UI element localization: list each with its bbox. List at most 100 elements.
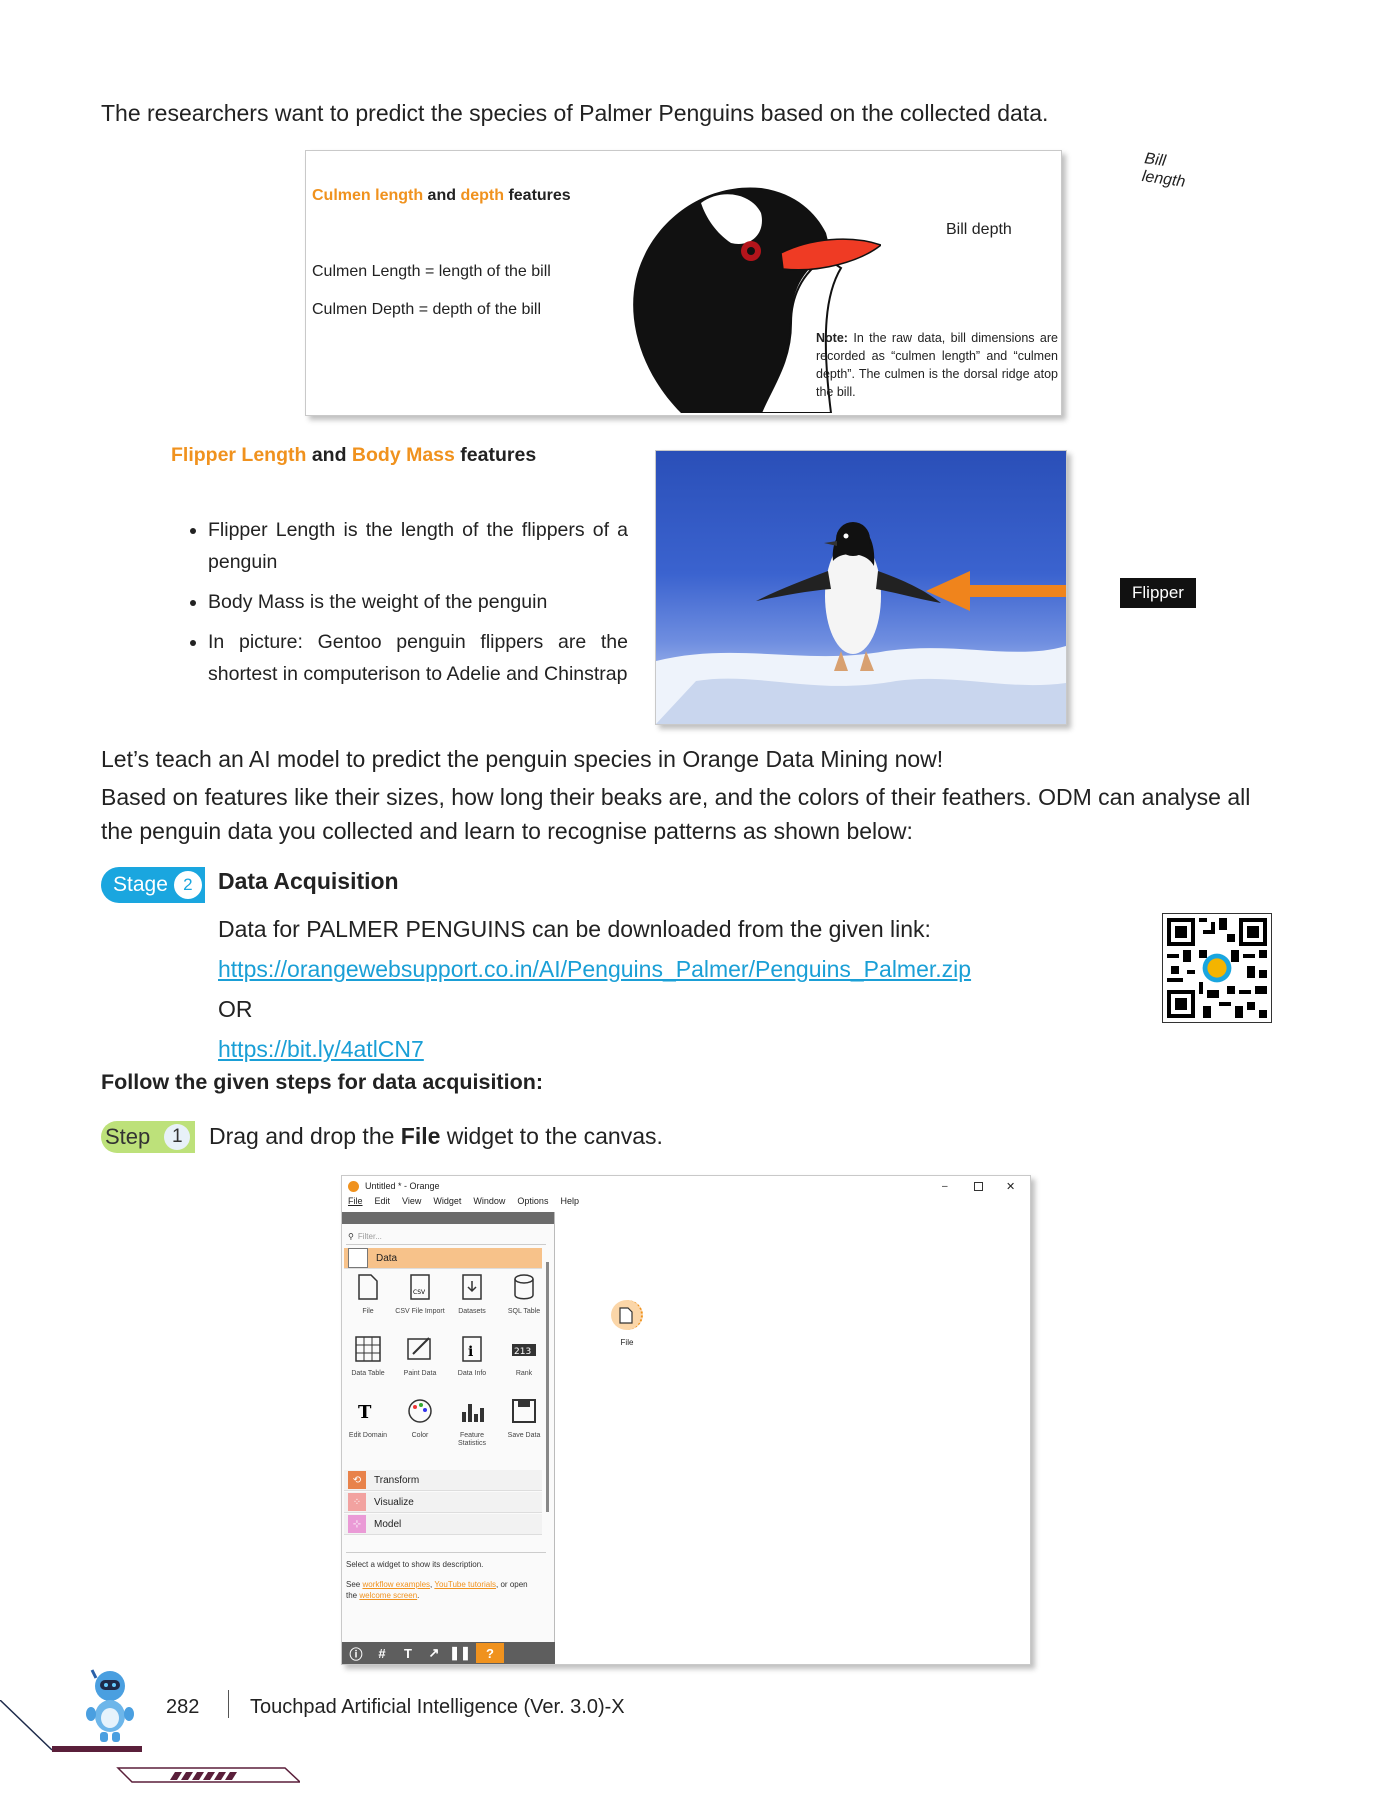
menu-widget[interactable]: Widget	[433, 1196, 461, 1212]
follow-steps-heading: Follow the given steps for data acquisit…	[101, 1070, 543, 1094]
widget-save-data[interactable]: Save Data	[498, 1398, 550, 1440]
maximize-icon[interactable]	[974, 1181, 983, 1191]
category-visualize[interactable]: ⁘ Visualize	[344, 1492, 542, 1513]
flipper-label: Flipper	[1120, 578, 1196, 608]
page-number: 282	[166, 1696, 200, 1718]
flipper-section-title: Flipper Length and Body Mass features	[171, 444, 537, 466]
bottom-toolbar: ⓘ # T ↗ ❚❚ ?	[342, 1642, 558, 1664]
rank-icon: 213	[512, 1344, 536, 1357]
intro-text: The researchers want to predict the spec…	[101, 100, 1049, 126]
culmen-length-def: Culmen Length = length of the bill	[312, 263, 551, 280]
text-annotation-icon[interactable]: T	[398, 1643, 418, 1663]
flipper-bullet-list: Flipper Length is the length of the flip…	[172, 514, 628, 698]
workflow-examples-link[interactable]: workflow examples	[362, 1580, 430, 1589]
flipper-bullet: Body Mass is the weight of the penguin	[208, 586, 628, 618]
widget-paint-data[interactable]: Paint Data	[394, 1336, 446, 1378]
help-icon[interactable]: ?	[476, 1643, 504, 1663]
flipper-arrow-icon	[926, 571, 1066, 611]
category-transform[interactable]: ⟲ Transform	[344, 1470, 542, 1491]
widget-feature-statistics[interactable]: Feature Statistics	[446, 1398, 498, 1448]
widget-datasets[interactable]: Datasets	[446, 1274, 498, 1316]
menu-bar: File Edit View Widget Window Options Hel…	[348, 1196, 579, 1212]
filter-box[interactable]: ⚲ Filter...	[346, 1228, 546, 1245]
table-icon	[348, 1248, 368, 1268]
window-title-bar: Untitled * - Orange – ✕	[342, 1176, 1030, 1196]
stage-title: Data Acquisition	[218, 868, 399, 894]
text-edit-icon: T	[358, 1402, 372, 1423]
teach-text: Let’s teach an AI model to predict the p…	[101, 746, 944, 772]
based-on-text: Based on features like their sizes, how …	[101, 784, 1251, 844]
step-number: 1	[164, 1124, 191, 1150]
culmen-note: Note: In the raw data, bill dimensions a…	[816, 331, 1058, 399]
category-model[interactable]: ⊹ Model	[344, 1514, 542, 1535]
transform-icon: ⟲	[348, 1471, 366, 1489]
svg-text:213: 213	[514, 1347, 531, 1357]
footer-divider	[228, 1690, 229, 1718]
arrow-annotation-icon[interactable]: ↗	[424, 1643, 444, 1663]
svg-text:T: T	[358, 1402, 372, 1423]
or-text: OR	[218, 996, 253, 1022]
welcome-screen-link[interactable]: welcome screen	[359, 1591, 417, 1600]
grid-icon[interactable]: #	[372, 1643, 392, 1663]
stage-number: 2	[173, 871, 202, 899]
bar-chart-icon	[462, 1404, 484, 1422]
widget-description: Select a widget to show its description.…	[346, 1552, 546, 1601]
step-text: Drag and drop the File widget to the can…	[209, 1123, 663, 1149]
orange-logo-icon	[348, 1180, 359, 1192]
save-icon	[512, 1399, 536, 1423]
model-icon: ⊹	[348, 1515, 366, 1533]
svg-text:CSV: CSV	[413, 1289, 426, 1296]
minimize-icon[interactable]: –	[942, 1181, 948, 1192]
download-link-short[interactable]: https://bit.ly/4atlCN7	[218, 1032, 424, 1066]
orange-window: Untitled * - Orange – ✕ File Edit View W…	[341, 1175, 1031, 1665]
canvas-file-icon	[611, 1300, 643, 1330]
info-toggle-icon[interactable]: ⓘ	[346, 1643, 366, 1663]
widget-csv-import[interactable]: CSV CSV File Import	[394, 1274, 446, 1316]
panel-scrollbar[interactable]	[546, 1262, 549, 1512]
menu-window[interactable]: Window	[473, 1196, 505, 1212]
qr-code	[1162, 913, 1272, 1023]
widget-data-info[interactable]: i Data Info	[446, 1336, 498, 1378]
menu-help[interactable]: Help	[560, 1196, 579, 1212]
download-icon	[462, 1274, 482, 1300]
palette-icon	[408, 1399, 432, 1423]
workflow-canvas[interactable]: File	[555, 1212, 1029, 1664]
widget-sql-table[interactable]: SQL Table	[498, 1274, 550, 1316]
filter-input[interactable]: Filter...	[358, 1232, 382, 1241]
flipper-bullet: In picture: Gentoo penguin flippers are …	[208, 626, 628, 690]
book-title: Touchpad Artificial Intelligence (Ver. 3…	[250, 1696, 625, 1718]
culmen-card: Culmen length and depth features Culmen …	[305, 150, 1186, 416]
window-title: Untitled * - Orange	[365, 1181, 440, 1191]
menu-view[interactable]: View	[402, 1196, 421, 1212]
download-link-zip[interactable]: https://orangewebsupport.co.in/AI/Pengui…	[218, 952, 971, 986]
close-icon[interactable]: ✕	[1006, 1180, 1015, 1193]
widget-color[interactable]: Color	[394, 1398, 446, 1440]
youtube-tutorials-link[interactable]: YouTube tutorials	[434, 1580, 496, 1589]
canvas-file-widget[interactable]: File	[607, 1300, 647, 1347]
penguin-photo	[655, 450, 1067, 725]
widget-file[interactable]: File	[342, 1274, 394, 1316]
paint-icon	[407, 1337, 431, 1360]
culmen-card-title: Culmen length and depth features	[312, 187, 571, 204]
menu-edit[interactable]: Edit	[375, 1196, 391, 1212]
widget-edit-domain[interactable]: T Edit Domain	[342, 1398, 394, 1440]
download-text: Data for PALMER PENGUINS can be download…	[218, 916, 931, 942]
data-widgets-grid: File CSV CSV File Import Datasets SQL Ta…	[342, 1274, 554, 1474]
flipper-bullet: Flipper Length is the length of the flip…	[208, 514, 628, 578]
file-icon	[358, 1274, 378, 1300]
search-icon: ⚲	[348, 1231, 354, 1241]
widget-rank[interactable]: 213 Rank	[498, 1336, 550, 1378]
pause-icon[interactable]: ❚❚	[449, 1643, 471, 1663]
info-icon: i	[462, 1336, 482, 1362]
menu-file[interactable]: File	[348, 1196, 363, 1212]
menu-options[interactable]: Options	[517, 1196, 548, 1212]
panel-header-bar	[342, 1212, 554, 1224]
widget-panel: ⚲ Filter... Data File CSV CSV File Impor…	[342, 1212, 558, 1664]
csv-icon: CSV	[410, 1274, 430, 1300]
category-data[interactable]: Data	[344, 1248, 542, 1269]
widget-data-table[interactable]: Data Table	[342, 1336, 394, 1378]
svg-text:i: i	[468, 1344, 473, 1360]
bill-length-label: Bill length	[1140, 150, 1187, 191]
visualize-icon: ⁘	[348, 1493, 366, 1511]
table-grid-icon	[355, 1336, 381, 1362]
